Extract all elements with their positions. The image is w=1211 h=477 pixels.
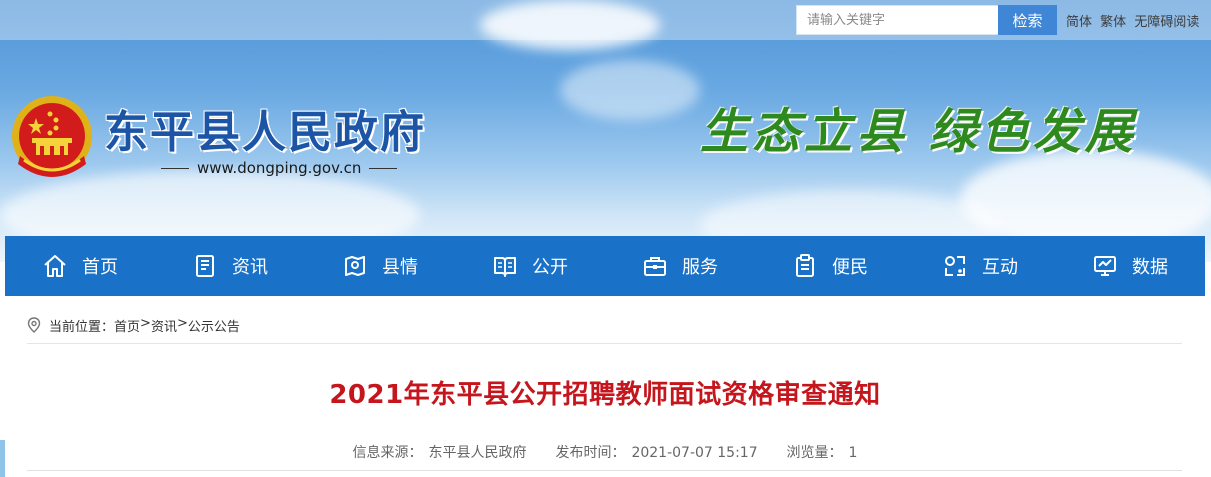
national-emblem-icon — [12, 96, 92, 177]
top-links: 简体 繁体 无障碍阅读 — [1066, 11, 1203, 30]
slogan: 生态立县 绿色发展 — [700, 104, 1137, 160]
nav-item-news[interactable]: 资讯 — [155, 236, 305, 296]
nav-label: 资讯 — [232, 257, 268, 278]
cloud-decoration — [960, 150, 1211, 250]
nav-label: 数据 — [1132, 257, 1168, 278]
url-line-left — [161, 167, 189, 169]
source-label: 信息来源： — [352, 445, 423, 461]
traditional-link[interactable]: 繁体 — [1100, 15, 1126, 30]
nav-label: 服务 — [682, 257, 718, 278]
article-meta: 信息来源： 东平县人民政府 发布时间： 2021-07-07 15:17 浏览量： 1 — [5, 442, 1205, 462]
breadcrumb-separator: > — [176, 316, 188, 331]
main-content: 当前位置： 首页 > 资讯 > 公示公告 2021年东平县公开招聘教师面试资格审… — [5, 296, 1205, 477]
breadcrumb-announcements[interactable]: 公示公告 — [188, 316, 240, 335]
nav-item-data[interactable]: 数据 — [1055, 236, 1205, 296]
breadcrumb-separator: > — [140, 316, 151, 331]
interact-icon — [945, 256, 965, 276]
search-button[interactable]: 检索 — [998, 5, 1057, 35]
news-icon — [196, 255, 214, 277]
nav-item-county[interactable]: 县情 — [305, 236, 455, 296]
map-icon — [345, 256, 365, 276]
nav-item-interact[interactable]: 互动 — [905, 236, 1055, 296]
nav-item-open[interactable]: 公开 — [455, 236, 605, 296]
site-url-text: www.dongping.gov.cn — [197, 159, 362, 177]
site-url: www.dongping.gov.cn — [161, 159, 398, 177]
time-value: 2021-07-07 15:17 — [631, 445, 758, 461]
nav-label: 县情 — [382, 257, 418, 278]
nav-item-home[interactable]: 首页 — [5, 236, 155, 296]
book-icon — [494, 257, 516, 277]
clipboard-icon — [796, 254, 814, 277]
article-title: 2021年东平县公开招聘教师面试资格审查通知 — [329, 380, 881, 410]
nav-item-service[interactable]: 服务 — [605, 236, 755, 296]
location-pin-icon — [27, 317, 41, 333]
nav-label: 公开 — [532, 257, 568, 278]
url-line-right — [369, 167, 398, 169]
breadcrumb-home[interactable]: 首页 — [114, 316, 140, 335]
nav-item-convenience[interactable]: 便民 — [755, 236, 905, 296]
home-icon — [44, 255, 66, 277]
search-input[interactable] — [796, 5, 998, 35]
breadcrumb-prefix: 当前位置： — [49, 320, 115, 335]
accessibility-link[interactable]: 无障碍阅读 — [1134, 15, 1199, 30]
divider — [27, 470, 1182, 471]
briefcase-icon — [644, 257, 666, 276]
site-name[interactable]: 东平县人民政府 — [104, 96, 426, 160]
nav-label: 便民 — [832, 257, 868, 278]
breadcrumb: 当前位置： 首页 > 资讯 > 公示公告 — [27, 316, 1182, 344]
nav-label: 首页 — [82, 257, 118, 278]
cloud-decoration — [560, 60, 700, 120]
main-nav: 首页 资讯 县情 公开 服务 便民 互动 数据 — [5, 236, 1205, 296]
search-box: 检索 — [796, 5, 1057, 35]
time-label: 发布时间： — [555, 445, 626, 461]
monitor-icon — [1094, 256, 1116, 276]
nav-label: 互动 — [982, 257, 1018, 278]
simplified-link[interactable]: 简体 — [1066, 15, 1092, 30]
breadcrumb-news[interactable]: 资讯 — [151, 316, 177, 335]
left-decoration-strip — [0, 440, 5, 477]
views-label: 浏览量： — [786, 445, 843, 461]
views-value: 1 — [848, 445, 858, 461]
source-value: 东平县人民政府 — [428, 445, 527, 461]
